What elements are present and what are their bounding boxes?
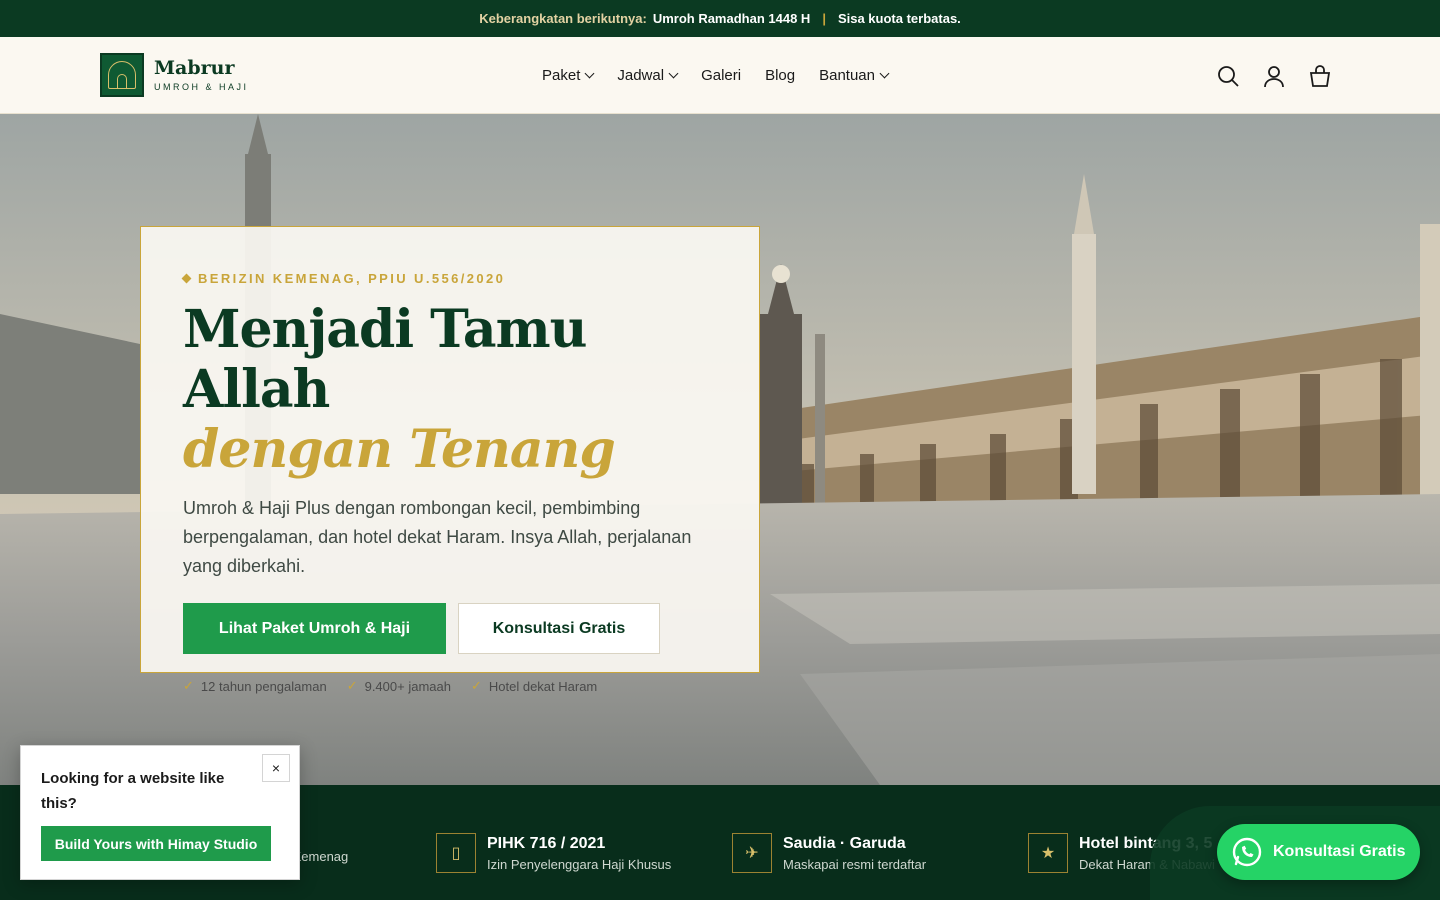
trust-title: Saudia · Garuda	[783, 834, 906, 852]
announcement-note: Sisa kuota terbatas.	[837, 11, 961, 26]
trust-subtitle: Izin Penyelenggara Haji Khusus	[487, 856, 672, 872]
nav-item-jadwal[interactable]: Jadwal	[617, 67, 679, 84]
hero-checks: ✓ 12 tahun pengalaman ✓ 9.400+ jamaah ✓ …	[183, 678, 717, 694]
whatsapp-icon	[1232, 837, 1262, 867]
nav-item-paket[interactable]: Paket	[542, 67, 595, 84]
hero-ctas: Lihat Paket Umroh & Haji Konsultasi Grat…	[183, 603, 717, 654]
nav-item-label: Galeri	[701, 67, 742, 84]
hero-title-line1: Menjadi Tamu Allah	[183, 299, 587, 420]
announcement-bar: Keberangkatan berikutnya: Umroh Ramadhan…	[0, 0, 1440, 37]
nav-item-bantuan[interactable]: Bantuan	[819, 67, 890, 84]
view-packages-button[interactable]: Lihat Paket Umroh & Haji	[183, 603, 446, 654]
announcement-separator: |	[822, 11, 826, 26]
check-label: Hotel dekat Haram	[488, 678, 598, 694]
chevron-down-icon	[668, 68, 679, 79]
announcement-trip: Umroh Ramadhan 1448 H	[652, 11, 811, 26]
trust-item-airline: ✈ Saudia · Garuda Maskapai resmi terdaft…	[732, 833, 926, 873]
diamond-icon	[181, 273, 192, 284]
whatsapp-consult-button[interactable]: Konsultasi Gratis	[1217, 824, 1420, 880]
build-website-button[interactable]: Build Yours with Himay Studio	[41, 826, 271, 861]
main-nav: Paket Jadwal Galeri Blog Bantuan	[542, 37, 890, 114]
hero-lede: Umroh & Haji Plus dengan rombongan kecil…	[183, 498, 692, 576]
check-item: ✓ Hotel dekat Haram	[471, 678, 597, 694]
star-icon: ★	[1028, 833, 1068, 873]
nav-item-blog[interactable]: Blog	[765, 67, 795, 84]
hero-title-line2: dengan Tenang	[183, 419, 616, 480]
account-icon[interactable]	[1262, 64, 1286, 88]
check-icon: ✓	[346, 678, 358, 693]
check-item: ✓ 12 tahun pengalaman	[183, 678, 327, 694]
check-item: ✓ 9.400+ jamaah	[347, 678, 451, 694]
check-icon: ✓	[183, 678, 194, 693]
bag-icon[interactable]	[1308, 64, 1332, 88]
nav-item-label: Paket	[542, 67, 581, 84]
promo-popup: Looking for a website like this? Build Y…	[20, 745, 300, 880]
brand-tagline: UMROH & HAJI	[154, 81, 249, 92]
nav-item-label: Jadwal	[617, 67, 665, 84]
logo[interactable]: Mabrur UMROH & HAJI	[100, 53, 249, 97]
nav-item-label: Bantuan	[819, 67, 875, 84]
hero-eyebrow: BERIZIN KEMENAG, PPIU U.556/2020	[181, 271, 717, 286]
logo-mark-icon	[100, 53, 144, 97]
hero-eyebrow-text: BERIZIN KEMENAG, PPIU U.556/2020	[198, 271, 506, 286]
chevron-down-icon	[584, 68, 595, 79]
trust-title: PIHK 716 / 2021	[487, 834, 606, 852]
close-icon[interactable]: ×	[262, 754, 290, 782]
hero-card: BERIZIN KEMENAG, PPIU U.556/2020 Menjadi…	[140, 226, 760, 694]
whatsapp-label: Konsultasi Gratis	[1273, 843, 1406, 860]
document-icon: ▯	[436, 833, 476, 873]
free-consultation-button[interactable]: Konsultasi Gratis	[458, 603, 660, 654]
check-icon: ✓	[470, 678, 482, 693]
trust-subtitle: Maskapai resmi terdaftar	[783, 856, 927, 872]
site-header: Mabrur UMROH & HAJI Paket Jadwal Galeri …	[0, 37, 1440, 114]
hero-section: BERIZIN KEMENAG, PPIU U.556/2020 Menjadi…	[0, 114, 1440, 785]
popup-text: Looking for a website like this?	[41, 770, 225, 812]
nav-item-label: Blog	[765, 67, 796, 84]
check-label: 12 tahun pengalaman	[200, 678, 327, 694]
search-icon[interactable]	[1216, 64, 1240, 88]
brand-name: Mabrur	[154, 56, 235, 79]
chevron-down-icon	[879, 68, 890, 79]
nav-item-galeri[interactable]: Galeri	[701, 67, 741, 84]
plane-icon: ✈	[732, 833, 772, 873]
trust-item-pihk: ▯ PIHK 716 / 2021 Izin Penyelenggara Haj…	[436, 833, 671, 873]
check-label: 9.400+ jamaah	[364, 678, 451, 694]
header-actions	[1216, 37, 1332, 114]
announcement-lead: Keberangkatan berikutnya:	[479, 11, 647, 26]
